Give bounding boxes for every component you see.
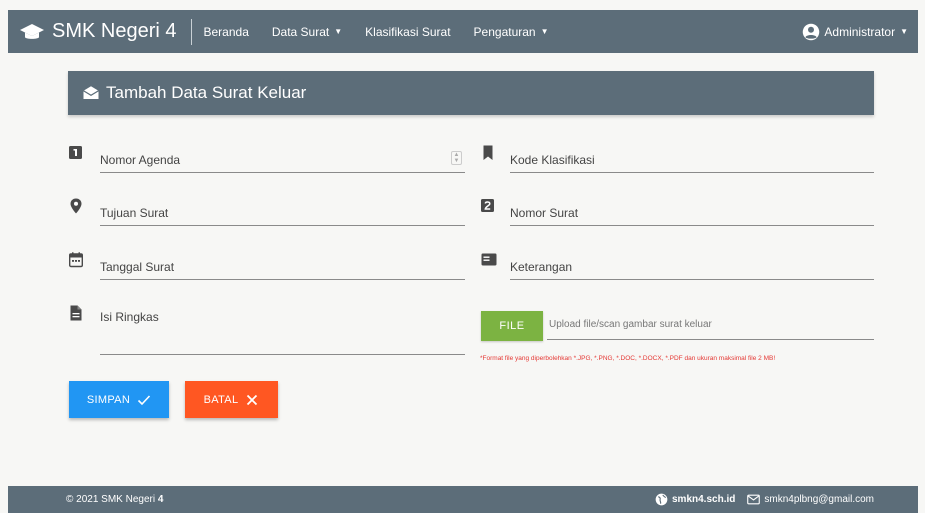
nav-pengaturan[interactable]: Pengaturan ▼ — [474, 25, 549, 39]
card-header: Tambah Data Surat Keluar — [68, 71, 874, 115]
field-tujuan-surat[interactable]: Tujuan Surat — [69, 198, 465, 228]
globe-icon — [655, 493, 668, 506]
brand-divider — [190, 18, 192, 45]
tujuan-surat-label: Tujuan Surat — [100, 206, 169, 220]
kode-klasifikasi-label: Kode Klasifikasi — [510, 153, 595, 167]
footer-copyright-number: 4 — [157, 494, 164, 505]
nav-data-surat-label: Data Surat — [271, 24, 330, 39]
nav-beranda-label: Beranda — [203, 24, 249, 39]
save-button[interactable]: SIMPAN — [69, 381, 169, 418]
nav-klasifikasi-label: Klasifikasi Surat — [365, 24, 451, 39]
kode-klasifikasi-underline — [510, 172, 874, 173]
field-nomor-surat[interactable]: Nomor Surat — [481, 198, 874, 228]
nomor-surat-label: Nomor Surat — [510, 206, 579, 220]
top-navbar: SMK Negeri 4 Beranda Data Surat ▼ Klasif… — [8, 10, 918, 53]
brand[interactable]: SMK Negeri 4 — [20, 20, 177, 43]
caret-down-icon: ▼ — [334, 27, 343, 36]
nav-pengaturan-label: Pengaturan — [473, 24, 536, 39]
field-keterangan[interactable]: Keterangan — [481, 252, 874, 282]
file-path-underline — [547, 339, 874, 340]
footer: © 2021 SMK Negeri 4 smkn4.sch.id smkn4pl… — [8, 486, 918, 513]
tanggal-surat-label: Tanggal Surat — [100, 260, 175, 274]
close-icon — [247, 394, 258, 405]
card-title: Tambah Data Surat Keluar — [106, 83, 307, 102]
nomor-agenda-label: Nomor Agenda — [100, 153, 181, 167]
brand-name: SMK Negeri 4 — [52, 20, 177, 42]
looks-two-icon — [481, 199, 494, 212]
caret-down-icon: ▼ — [900, 27, 908, 36]
account-circle-icon — [803, 23, 820, 40]
nav-klasifikasi-surat[interactable]: Klasifikasi Surat — [365, 25, 450, 39]
keterangan-label: Keterangan — [510, 260, 573, 274]
save-button-label: SIMPAN — [86, 393, 131, 406]
cancel-button[interactable]: BATAL — [185, 381, 278, 418]
field-tanggal-surat[interactable]: Tanggal Surat — [69, 252, 465, 282]
footer-email-link[interactable]: smkn4plbng@gmail.com — [764, 494, 874, 505]
description-icon — [70, 305, 82, 321]
mail-icon — [747, 494, 761, 505]
number-spinner-icon[interactable]: ▲ ▼ — [451, 151, 462, 165]
bookmark-icon — [483, 145, 493, 160]
footer-contacts: smkn4.sch.id smkn4plbng@gmail.com — [655, 493, 874, 506]
check-icon — [138, 394, 151, 405]
file-path-input[interactable]: Upload file/scan gambar surat keluar — [549, 319, 712, 330]
field-isi-ringkas[interactable]: Isi Ringkas — [69, 305, 465, 357]
user-menu[interactable]: Administrator ▼ — [802, 23, 908, 41]
nomor-surat-underline — [510, 225, 874, 226]
keterangan-underline — [510, 279, 874, 280]
graduation-cap-icon — [20, 23, 44, 39]
cancel-button-label: BATAL — [203, 393, 239, 406]
location-pin-icon — [70, 198, 82, 214]
footer-copyright: © 2021 SMK Negeri 4 — [66, 494, 163, 505]
nav-data-surat[interactable]: Data Surat ▼ — [272, 25, 342, 39]
looks-one-icon — [69, 146, 82, 159]
footer-website-link[interactable]: smkn4.sch.id — [672, 494, 735, 505]
nomor-agenda-underline — [100, 172, 465, 173]
tujuan-surat-underline — [100, 225, 465, 226]
nav-beranda[interactable]: Beranda — [204, 25, 249, 39]
file-upload-button[interactable]: FILE — [481, 311, 543, 341]
field-nomor-agenda[interactable]: Nomor Agenda ▲ ▼ — [69, 145, 465, 175]
featured-note-icon — [481, 253, 497, 266]
file-format-note: *Format file yang diperbolehkan *.JPG, *… — [480, 355, 776, 362]
calendar-icon — [69, 252, 83, 268]
field-kode-klasifikasi[interactable]: Kode Klasifikasi — [481, 145, 874, 175]
isi-ringkas-underline — [100, 354, 465, 355]
footer-copyright-text: © 2021 SMK Negeri — [66, 494, 158, 505]
user-name: Administrator — [824, 24, 896, 39]
drafts-envelope-icon — [83, 86, 99, 99]
isi-ringkas-label: Isi Ringkas — [100, 310, 159, 324]
tanggal-surat-underline — [100, 279, 465, 280]
caret-down-icon: ▼ — [540, 27, 549, 36]
